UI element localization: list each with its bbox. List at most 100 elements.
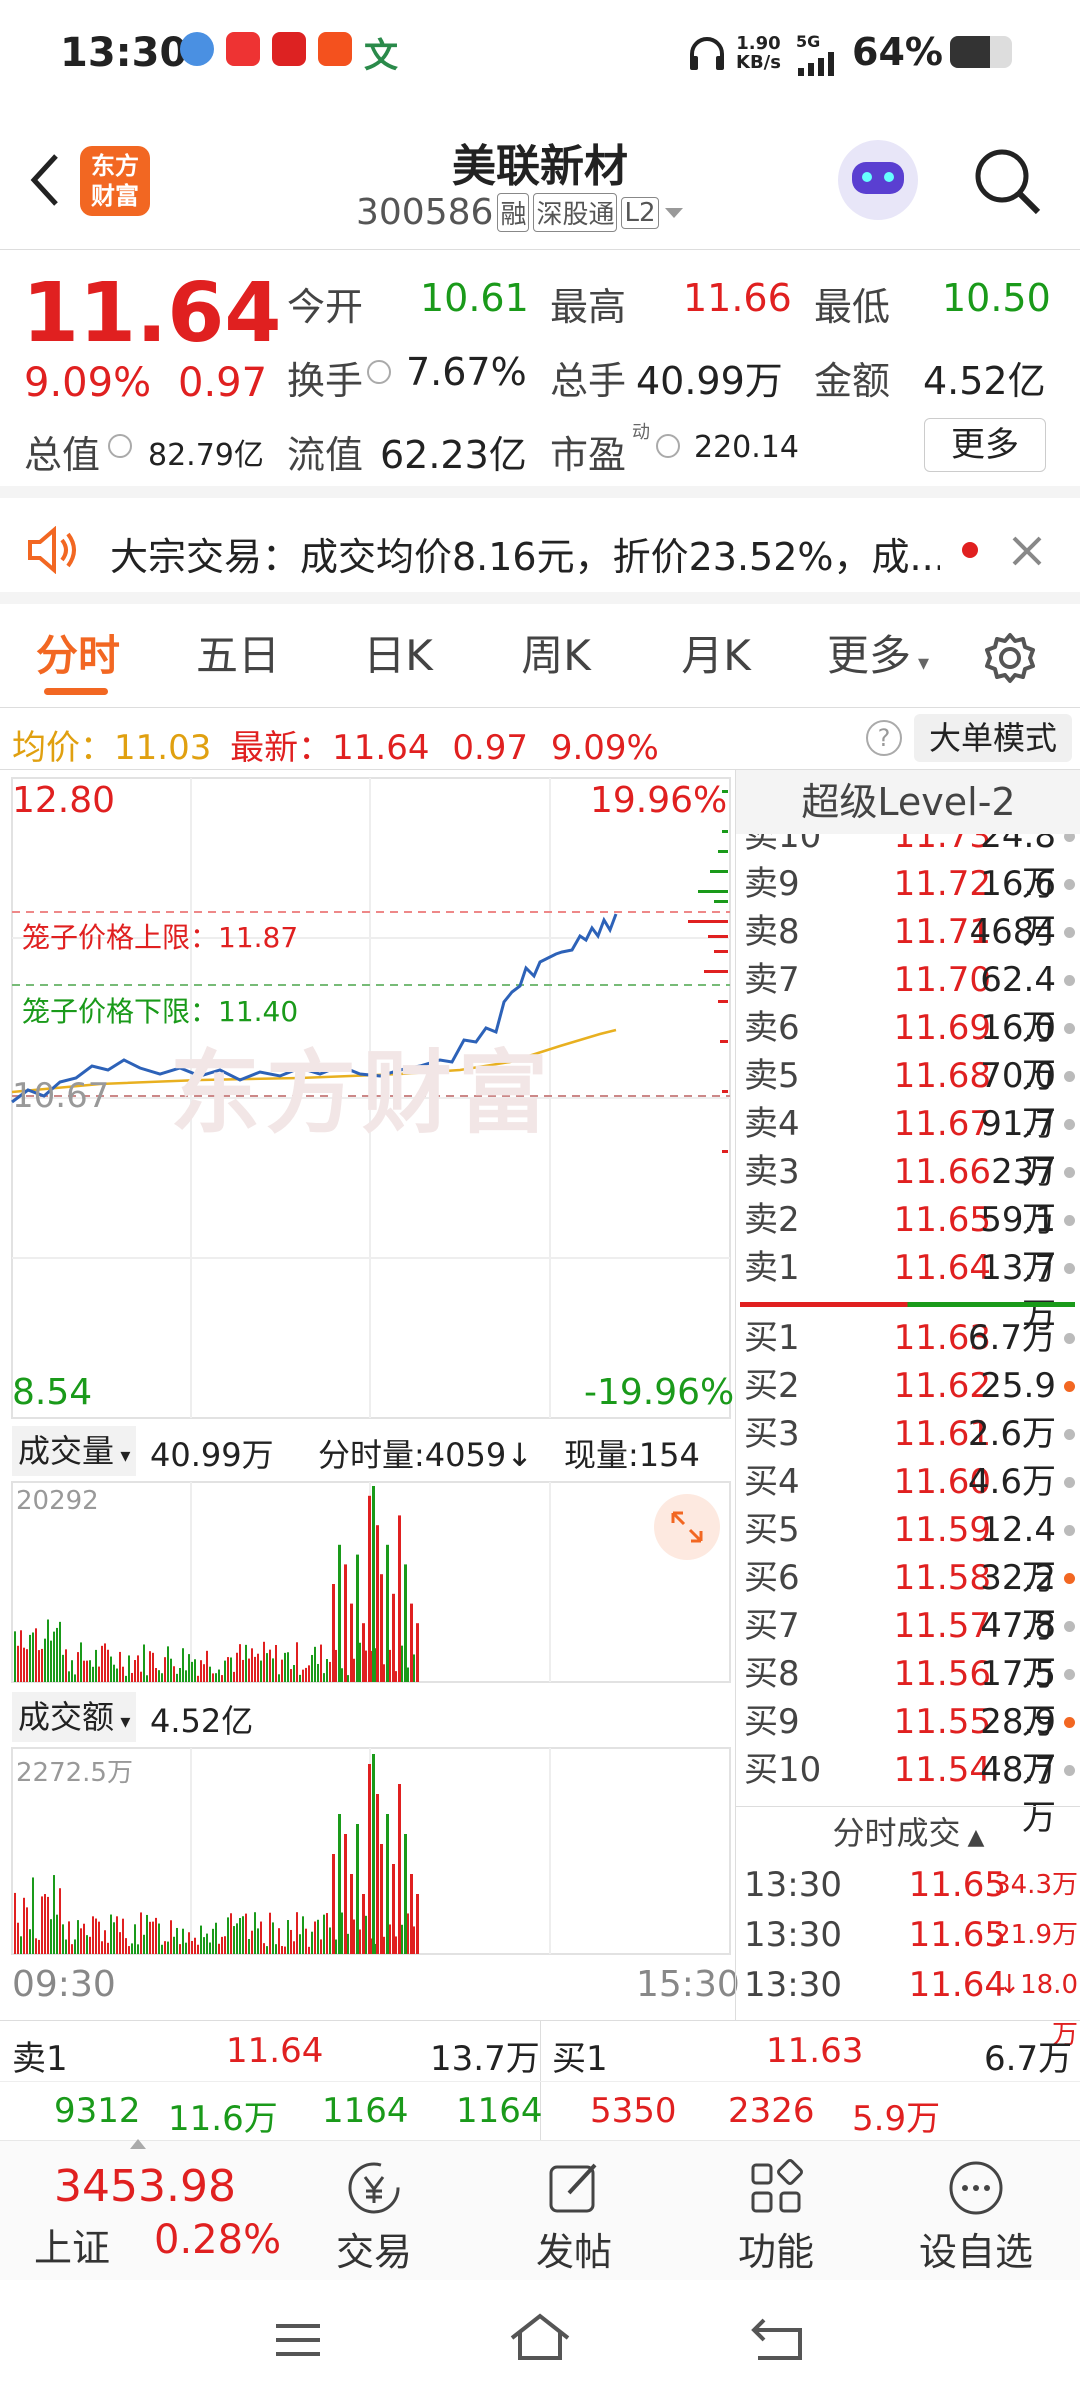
function-button[interactable]: 功能 (676, 2141, 876, 2281)
volume-indicator-select[interactable]: 成交量 ▾ (12, 1426, 137, 1476)
grid-icon (751, 2159, 803, 2213)
bar (398, 1784, 401, 1954)
bid-row[interactable]: 买7 11.57 47.8万 (736, 1602, 1080, 1694)
tab-monthly-k[interactable]: 月K (656, 604, 776, 708)
bar (98, 1921, 100, 1954)
tick-trades-title[interactable]: 分时成交 ▲ (736, 1806, 1080, 1858)
bar (251, 1648, 253, 1682)
bar (17, 1922, 19, 1954)
bid-row[interactable]: 买5 11.59 12.4万 (736, 1506, 1080, 1598)
bid-row[interactable]: 买8 11.56 17.5万 (736, 1650, 1080, 1742)
cage-lower-label: 笼子价格下限：11.40 (22, 995, 299, 1028)
bid-row[interactable]: 买10 11.54 48.7万 (736, 1746, 1080, 1838)
tab-daily-k[interactable]: 日K (338, 604, 458, 708)
bar (53, 1631, 55, 1682)
info-icon[interactable] (367, 360, 391, 384)
tick-trades-list: 13:30 11.65 34.3万 13:30 11.65 21.9万 13:30 11.64… (736, 1860, 1080, 2050)
bar (401, 1645, 403, 1682)
bar (383, 1936, 385, 1954)
order-dot (1064, 1263, 1075, 1274)
notice-bar[interactable]: 大宗交易：成交均价8.16元，折价23.52%，成... (0, 498, 1080, 604)
bar (23, 1647, 25, 1682)
bid-row[interactable]: 买6 11.58 32.2万 (736, 1554, 1080, 1646)
bar (137, 1655, 139, 1682)
big-order-mode-button[interactable]: 大单模式 (914, 714, 1072, 762)
bar (416, 1894, 419, 1954)
bar (209, 1666, 211, 1682)
bid-volume: 4.6万 (967, 1462, 1056, 1502)
ask-row[interactable]: 卖4 11.67 91.7万 (736, 1100, 1080, 1192)
ask-row[interactable]: 卖1 11.64 13.7万 (736, 1244, 1080, 1334)
bid-row[interactable]: 买1 11.63 6.7万 (736, 1314, 1080, 1362)
close-icon[interactable] (1010, 534, 1044, 568)
menu-icon[interactable] (272, 2320, 324, 2360)
add-watchlist-button[interactable]: 设自选 (876, 2141, 1076, 2281)
index-value[interactable]: 3453.98 (54, 2161, 236, 2212)
tab-weekly-k[interactable]: 周K (496, 604, 616, 708)
ask-row[interactable]: 卖9 11.72 16.6万 (736, 860, 1080, 952)
intraday-chart[interactable]: 东方财富 12.80 19.96% 笼子价格上限：11.87 笼子价格下限：11… (0, 770, 740, 2020)
ask-row[interactable]: 卖5 11.68 70.0万 (736, 1052, 1080, 1144)
pct-axis-bottom: -19.96% (584, 1372, 735, 1413)
bar (395, 1671, 397, 1682)
trade-button[interactable]: 交易 (274, 2141, 474, 2281)
index-name[interactable]: 上证 (34, 2217, 110, 2272)
post-button[interactable]: 发帖 (474, 2141, 674, 2281)
stock-name: 美联新材 (452, 141, 628, 192)
ask-row[interactable]: 卖2 11.65 59.1万 (736, 1196, 1080, 1288)
pe-label: 市盈 (550, 433, 627, 477)
bar (233, 1671, 235, 1682)
bar (113, 1922, 115, 1954)
robot-assistant-icon[interactable] (838, 140, 918, 220)
tab-five-day[interactable]: 五日 (178, 604, 298, 708)
turnover-label: 换手 (287, 359, 364, 403)
home-icon[interactable] (508, 2310, 572, 2364)
bid-row[interactable]: 买2 11.62 25.9万 (736, 1362, 1080, 1454)
ask-row[interactable]: 卖6 11.69 16.0万 (736, 1004, 1080, 1096)
help-icon[interactable]: ? (866, 720, 902, 756)
bar (326, 1659, 328, 1682)
bar (389, 1649, 391, 1682)
bar (347, 1933, 349, 1954)
bid-level: 买1 (744, 1318, 800, 1358)
bar (95, 1918, 97, 1954)
tab-more[interactable]: 更多 ▾ (818, 604, 938, 708)
bar (167, 1646, 169, 1682)
order-dot (1064, 1765, 1075, 1776)
bid-row[interactable]: 买9 11.55 28.9万 (736, 1698, 1080, 1790)
bid-row[interactable]: 买3 11.61 2.6万 (736, 1410, 1080, 1458)
ask-row[interactable]: 卖3 11.66 237万 (736, 1148, 1080, 1240)
more-button[interactable]: 更多 (924, 418, 1046, 472)
order-dot (1064, 1215, 1075, 1226)
stock-code-row[interactable]: 300586 融 深股通 L2 (356, 192, 685, 233)
bar (59, 1888, 61, 1954)
cage-upper-label: 笼子价格上限：11.87 (22, 921, 299, 954)
back-icon[interactable] (750, 2314, 806, 2364)
bar (368, 1495, 371, 1682)
bar (149, 1651, 151, 1682)
ask-row[interactable]: 卖10 11.73 24.8万 (736, 834, 1080, 904)
bid-row[interactable]: 买4 11.60 4.6万 (736, 1458, 1080, 1506)
amount-indicator-select[interactable]: 成交额 ▾ (12, 1692, 137, 1742)
expand-icon[interactable] (654, 1494, 720, 1560)
bar (386, 1814, 389, 1954)
bar (113, 1664, 115, 1682)
info-icon[interactable] (108, 434, 132, 458)
bar (146, 1675, 148, 1682)
bar (221, 1936, 223, 1954)
search-icon[interactable] (972, 146, 1044, 218)
amount-max-label: 2272.5万 (16, 1758, 133, 1788)
float-cap-value: 62.23亿 (380, 433, 527, 477)
bar (173, 1666, 175, 1682)
depth-bar (710, 870, 728, 873)
info-icon[interactable] (656, 434, 680, 458)
index-percent[interactable]: 0.28% (154, 2217, 281, 2263)
bar (293, 1665, 295, 1682)
ask-row[interactable]: 卖7 11.70 62.4万 (736, 956, 1080, 1048)
bar (71, 1660, 73, 1682)
gear-icon[interactable] (984, 632, 1036, 684)
bar (200, 1660, 202, 1682)
ask-row[interactable]: 卖8 11.71 4684 (736, 908, 1080, 956)
bar (281, 1659, 283, 1682)
bar (161, 1944, 163, 1954)
